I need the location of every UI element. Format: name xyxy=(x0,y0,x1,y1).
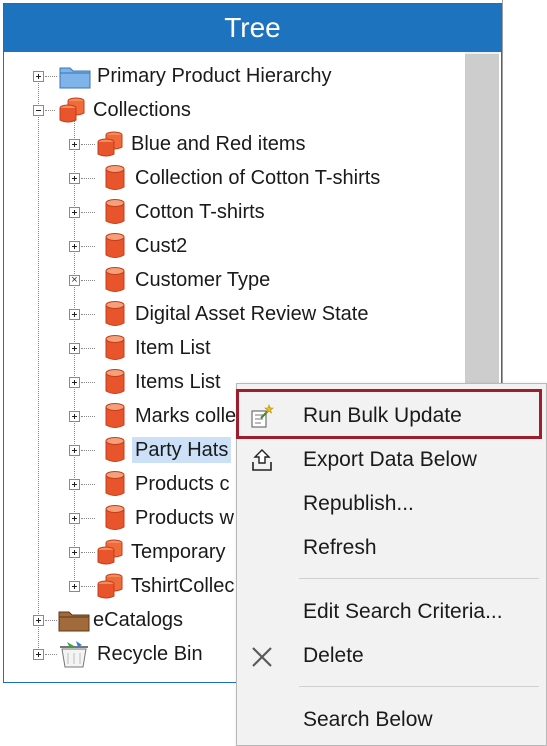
folder-icon xyxy=(59,67,91,89)
tree-node-label: Collections xyxy=(93,99,191,121)
catalog-folder-icon xyxy=(58,611,90,632)
tree-node-label: Temporary xyxy=(131,541,226,563)
collection-group-icon xyxy=(97,539,123,565)
scrollbar-thumb[interactable] xyxy=(465,54,499,384)
tree-node-collection[interactable]: Blue and Red items xyxy=(4,127,464,161)
tree-node-collection[interactable]: × Customer Type xyxy=(4,263,464,297)
collection-icon xyxy=(105,471,125,496)
export-icon xyxy=(252,449,272,471)
highlight-box xyxy=(236,389,542,439)
collapse-icon[interactable] xyxy=(33,105,44,116)
collection-icon xyxy=(105,267,125,292)
collection-icon xyxy=(105,301,125,326)
menu-item-label: Search Below xyxy=(303,708,433,731)
expand-icon[interactable] xyxy=(69,139,80,150)
tree-node-collection[interactable]: Cotton T-shirts xyxy=(4,195,464,229)
menu-separator xyxy=(299,686,539,687)
delete-icon xyxy=(252,647,272,667)
expand-icon[interactable] xyxy=(33,649,44,660)
collection-icon xyxy=(105,437,125,462)
tree-node-label: Marks colle xyxy=(135,405,237,427)
tree-node-collections[interactable]: Collections xyxy=(4,93,464,127)
tree-node-collection[interactable]: Cust2 xyxy=(4,229,464,263)
tree-node-label: Primary Product Hierarchy xyxy=(97,65,332,87)
tree-node-label: Cust2 xyxy=(135,235,188,257)
tree-node-label: Customer Type xyxy=(135,269,271,291)
expand-icon[interactable] xyxy=(33,615,44,626)
menu-item-label: Delete xyxy=(303,644,364,667)
menu-item-label: Refresh xyxy=(303,536,377,559)
expand-icon[interactable] xyxy=(69,173,80,184)
expand-icon[interactable] xyxy=(69,343,80,354)
panel-title: Tree xyxy=(4,4,501,52)
collection-group-icon xyxy=(97,131,123,157)
tree-node-collection[interactable]: Collection of Cotton T-shirts xyxy=(4,161,464,195)
collection-icon xyxy=(105,505,125,530)
tree-node-label: Cotton T-shirts xyxy=(135,201,265,223)
tree-node-label: Digital Asset Review State xyxy=(135,303,369,325)
tree-node-label: Recycle Bin xyxy=(97,643,203,665)
expand-icon[interactable] xyxy=(69,241,80,252)
collection-icon xyxy=(105,233,125,258)
expand-icon[interactable]: × xyxy=(69,275,80,286)
expand-icon[interactable] xyxy=(69,411,80,422)
menu-item-label: Republish... xyxy=(303,492,414,515)
expand-icon[interactable] xyxy=(69,479,80,490)
menu-item-edit-search-criteria[interactable]: Edit Search Criteria... xyxy=(237,592,546,632)
tree-node-collection[interactable]: Item List xyxy=(4,331,464,365)
expand-icon[interactable] xyxy=(69,513,80,524)
collection-group-icon xyxy=(59,97,85,123)
expand-icon[interactable] xyxy=(69,581,80,592)
collection-icon xyxy=(105,199,125,224)
menu-item-republish[interactable]: Republish... xyxy=(237,484,546,524)
collection-icon xyxy=(105,335,125,360)
tree-node-label: Collection of Cotton T-shirts xyxy=(135,167,381,189)
tree-node-label: Items List xyxy=(135,371,221,393)
collection-icon xyxy=(105,165,125,190)
tree-node-label: Products c xyxy=(135,473,230,495)
collection-group-icon xyxy=(97,573,123,599)
expand-icon[interactable] xyxy=(69,207,80,218)
menu-item-export-data-below[interactable]: Export Data Below xyxy=(237,440,546,480)
menu-item-refresh[interactable]: Refresh xyxy=(237,528,546,568)
expand-icon[interactable] xyxy=(69,445,80,456)
tree-node-label: Blue and Red items xyxy=(131,133,306,155)
menu-item-label: Edit Search Criteria... xyxy=(303,600,503,623)
tree-node-label: Products w xyxy=(135,507,234,529)
expand-icon[interactable] xyxy=(69,547,80,558)
tree-node-label: Item List xyxy=(135,337,211,359)
collection-icon xyxy=(105,403,125,428)
expand-icon[interactable] xyxy=(69,309,80,320)
expand-icon[interactable] xyxy=(69,377,80,388)
menu-item-delete[interactable]: Delete xyxy=(237,636,546,676)
menu-item-label: Export Data Below xyxy=(303,448,477,471)
tree-node-primary-hierarchy[interactable]: Primary Product Hierarchy xyxy=(4,59,464,93)
menu-item-search-below[interactable]: Search Below xyxy=(237,700,546,740)
recycle-bin-icon xyxy=(60,641,88,668)
collection-icon xyxy=(105,369,125,394)
tree-node-label: TshirtCollec xyxy=(131,575,235,597)
tree-node-label: eCatalogs xyxy=(93,609,184,631)
menu-separator xyxy=(299,578,539,579)
expand-icon[interactable] xyxy=(33,71,44,82)
tree-node-collection[interactable]: Digital Asset Review State xyxy=(4,297,464,331)
tree-node-label: Party Hats xyxy=(132,437,232,463)
